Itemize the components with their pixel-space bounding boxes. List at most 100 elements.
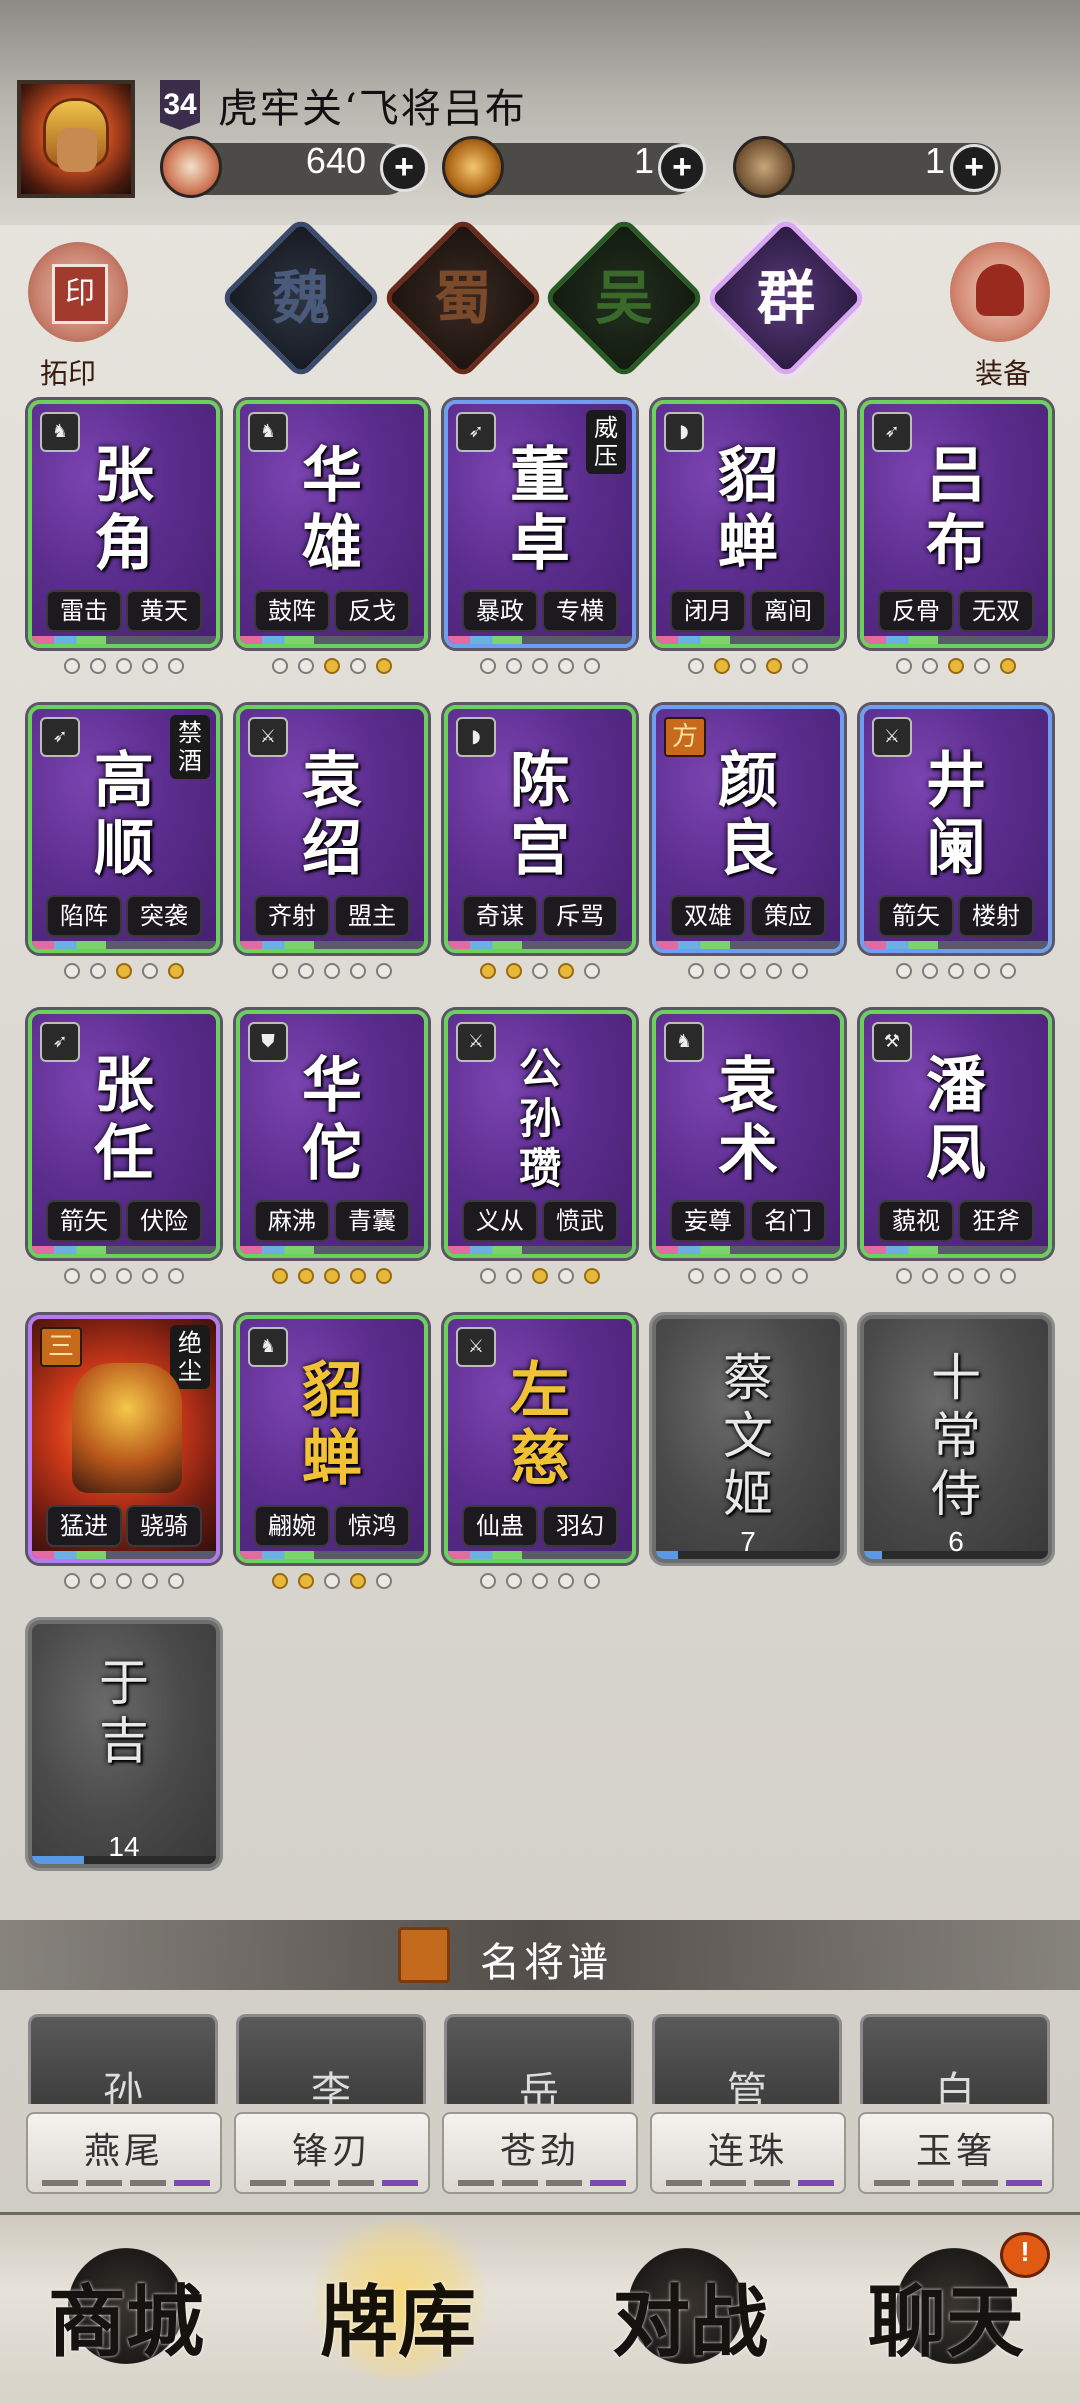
general-card[interactable]: ◗ 貂 蝉闭月 离间	[652, 400, 844, 648]
skill-chip[interactable]: 义从	[462, 1200, 538, 1242]
skill-chip[interactable]: 妄尊	[670, 1200, 746, 1242]
add-resource-3-button[interactable]: +	[950, 144, 998, 192]
star-dot	[532, 658, 548, 674]
skill-chip[interactable]: 羽幻	[542, 1505, 618, 1547]
skill-chip[interactable]: 箭矢	[46, 1200, 122, 1242]
skill-chip[interactable]: 双雄	[670, 895, 746, 937]
famous-general-card[interactable]: 管	[652, 2014, 842, 2104]
formation-button[interactable]: 燕尾	[26, 2112, 222, 2194]
locked-general-card[interactable]: 十 常 侍6	[860, 1315, 1052, 1563]
star-dot	[506, 1573, 522, 1589]
general-name: 华 佗	[302, 1051, 362, 1189]
general-card[interactable]: 三 绝 尘猛进 骁骑	[28, 1315, 220, 1563]
equipment-icon[interactable]	[950, 242, 1050, 342]
skill-chip[interactable]: 猛进	[46, 1505, 122, 1547]
add-resource-2-button[interactable]: +	[658, 144, 706, 192]
formation-button[interactable]: 连珠	[650, 2112, 846, 2194]
general-card[interactable]: ➶ 张 任箭矢 伏险	[28, 1010, 220, 1258]
skill-chip[interactable]: 箭矢	[878, 895, 954, 937]
skill-chip[interactable]: 狂斧	[958, 1200, 1034, 1242]
skill-chip[interactable]: 策应	[750, 895, 826, 937]
locked-general-card[interactable]: 于 吉 14	[28, 1620, 220, 1868]
skill-chip[interactable]: 藐视	[878, 1200, 954, 1242]
formation-button[interactable]: 玉箸	[858, 2112, 1054, 2194]
famous-general-card[interactable]: 岳	[444, 2014, 634, 2104]
skill-chip[interactable]: 无双	[958, 590, 1034, 632]
formation-button[interactable]: 苍劲	[442, 2112, 638, 2194]
star-dot	[324, 1573, 340, 1589]
general-card[interactable]: ➶ 吕 布反骨 无双	[860, 400, 1052, 648]
skill-chip[interactable]: 名门	[750, 1200, 826, 1242]
rank-badge: 三	[40, 1327, 82, 1367]
nav-deck[interactable]: 牌库	[320, 2260, 476, 2372]
skill-chip[interactable]: 专横	[542, 590, 618, 632]
general-card[interactable]: ➶ 禁 酒高 顺陷阵 突袭	[28, 705, 220, 953]
skill-chip[interactable]: 突袭	[126, 895, 202, 937]
star-dot	[714, 963, 730, 979]
skill-chip[interactable]: 青囊	[334, 1200, 410, 1242]
player-avatar[interactable]	[17, 80, 135, 198]
general-card[interactable]: ⚔ 袁 绍齐射 盟主	[236, 705, 428, 953]
general-card[interactable]: ➶ 威 压董 卓暴政 专横	[444, 400, 636, 648]
book-icon	[398, 1927, 450, 1983]
skill-chip[interactable]: 斥骂	[542, 895, 618, 937]
skill-chip[interactable]: 反骨	[878, 590, 954, 632]
rubbing-seal-icon[interactable]: 印	[28, 242, 128, 342]
add-resource-1-button[interactable]: +	[380, 144, 428, 192]
nav-shop[interactable]: 商城	[48, 2260, 204, 2372]
nav-battle[interactable]: 对战	[612, 2260, 768, 2372]
skill-chip[interactable]: 黄天	[126, 590, 202, 632]
star-dots	[28, 963, 220, 985]
general-card[interactable]: ⛊ 华 佗麻沸 青囊	[236, 1010, 428, 1258]
skill-chip[interactable]: 雷击	[46, 590, 122, 632]
general-card[interactable]: ⚔ 公 孙 瓒义从 愤武	[444, 1010, 636, 1258]
formation-segment	[874, 2180, 910, 2186]
skill-chip[interactable]: 反戈	[334, 590, 410, 632]
general-name: 颜 良	[718, 746, 778, 884]
general-card[interactable]: ♞ 貂 蝉翩婉 惊鸿	[236, 1315, 428, 1563]
famous-general-card[interactable]: 孙	[28, 2014, 218, 2104]
general-card[interactable]: ♞ 华 雄鼓阵 反戈	[236, 400, 428, 648]
skill-chip[interactable]: 惊鸿	[334, 1505, 410, 1547]
general-name: 董 卓	[510, 441, 570, 579]
skill-chip[interactable]: 暴政	[462, 590, 538, 632]
general-card[interactable]: ⚒ 潘 凤藐视 狂斧	[860, 1010, 1052, 1258]
card-progress-bar	[656, 1246, 840, 1254]
skill-chip[interactable]: 奇谋	[462, 895, 538, 937]
general-card[interactable]: ⚔ 左 慈仙蛊 羽幻	[444, 1315, 636, 1563]
nav-chat[interactable]: 聊天	[868, 2260, 1024, 2372]
general-name: 貂 蝉	[718, 441, 778, 579]
famous-general-card[interactable]: 白	[860, 2014, 1050, 2104]
formation-button[interactable]: 锋刃	[234, 2112, 430, 2194]
star-dot	[168, 1268, 184, 1284]
star-dots	[28, 1573, 220, 1595]
general-card[interactable]: ⚔ 井 阑箭矢 楼射	[860, 705, 1052, 953]
famous-general-card[interactable]: 李	[236, 2014, 426, 2104]
skill-chip[interactable]: 麻沸	[254, 1200, 330, 1242]
general-card[interactable]: 方颜 良双雄 策应	[652, 705, 844, 953]
star-dot	[792, 963, 808, 979]
star-dot	[376, 963, 392, 979]
general-card[interactable]: ♞ 袁 术妄尊 名门	[652, 1010, 844, 1258]
star-dots	[28, 658, 220, 680]
skill-chip[interactable]: 骁骑	[126, 1505, 202, 1547]
star-dot	[350, 963, 366, 979]
skill-chip[interactable]: 楼射	[958, 895, 1034, 937]
skill-chip[interactable]: 齐射	[254, 895, 330, 937]
skill-chip[interactable]: 闭月	[670, 590, 746, 632]
general-card[interactable]: ♞ 张 角雷击 黄天	[28, 400, 220, 648]
skill-chip[interactable]: 陷阵	[46, 895, 122, 937]
skill-chip[interactable]: 盟主	[334, 895, 410, 937]
skill-chip[interactable]: 离间	[750, 590, 826, 632]
skill-chip[interactable]: 仙蛊	[462, 1505, 538, 1547]
skill-chip[interactable]: 翩婉	[254, 1505, 330, 1547]
star-dot	[350, 658, 366, 674]
locked-general-card[interactable]: 蔡 文 姬7	[652, 1315, 844, 1563]
skill-chip[interactable]: 愤武	[542, 1200, 618, 1242]
formation-segment	[174, 2180, 210, 2186]
general-card[interactable]: ◗ 陈 宫奇谋 斥骂	[444, 705, 636, 953]
skill-chip[interactable]: 鼓阵	[254, 590, 330, 632]
skill-chip[interactable]: 伏险	[126, 1200, 202, 1242]
card-progress-bar	[240, 941, 424, 949]
star-dot	[480, 1573, 496, 1589]
